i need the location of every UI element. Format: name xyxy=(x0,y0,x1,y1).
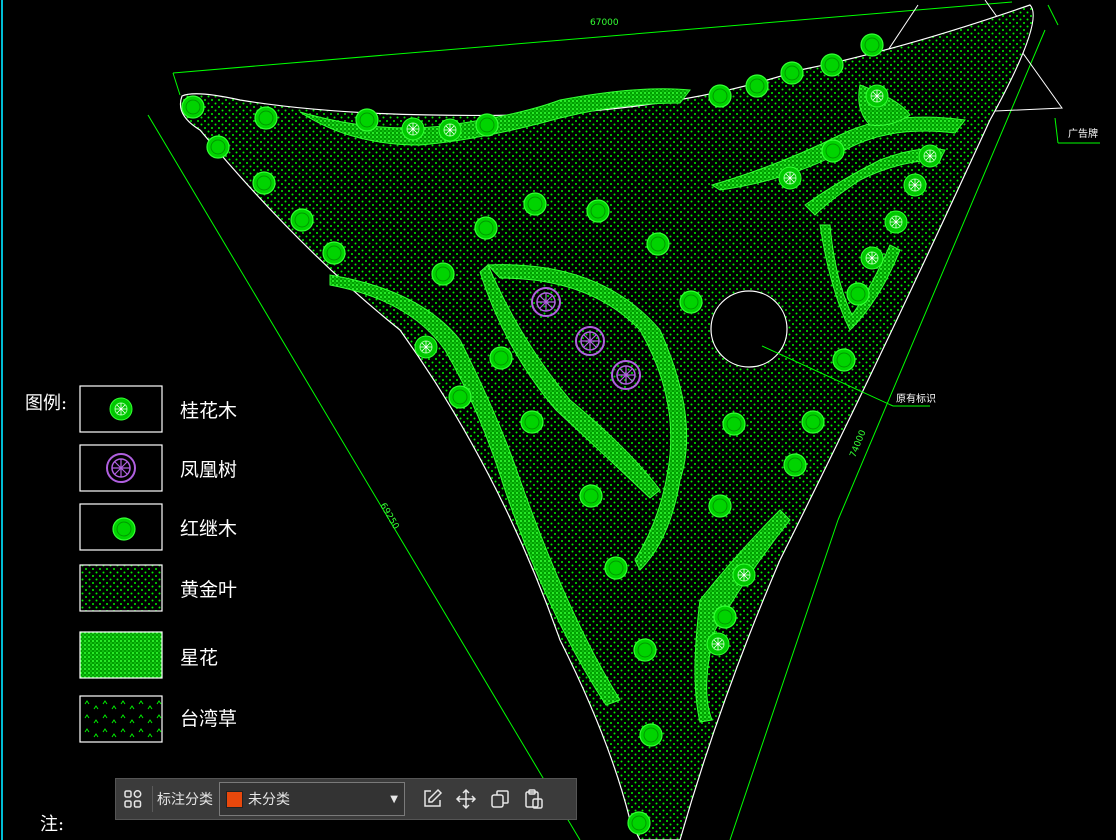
note-label: 注: xyxy=(40,814,64,835)
legend-label: 黄金叶 xyxy=(180,579,237,601)
move-icon[interactable] xyxy=(449,782,483,816)
dimension-top: 67000 xyxy=(590,18,619,28)
toolbar-divider xyxy=(152,786,153,812)
category-select-value: 未分类 xyxy=(248,792,290,808)
loropetalum-shrub-symbol xyxy=(112,517,136,541)
osmanthus-tree-symbol xyxy=(109,397,133,421)
annotation-toolbar: 标注分类 未分类 ▼ xyxy=(115,778,577,820)
chevron-down-icon: ▼ xyxy=(390,793,398,805)
legend-label: 红继木 xyxy=(180,518,237,540)
billboard-callout: 广告牌 xyxy=(1068,127,1098,140)
legend-label: 桂花木 xyxy=(180,400,237,422)
paste-icon[interactable] xyxy=(517,782,551,816)
legend-label: 台湾草 xyxy=(180,708,237,730)
legend-label: 凤凰树 xyxy=(180,459,237,481)
annotation-category-label: 标注分类 xyxy=(157,792,213,808)
cad-canvas[interactable]: 67000 69250 74000 广告牌 原有标识 图例: 桂花木 凤凰树 红… xyxy=(0,0,1116,840)
legend-title: 图例: xyxy=(25,393,67,414)
grass-hatch-pattern xyxy=(79,695,163,743)
legend-label: 星花 xyxy=(180,647,218,669)
dot-hatch-pattern xyxy=(79,564,163,612)
existing-sign-circle[interactable] xyxy=(710,290,788,368)
grid-apps-icon[interactable] xyxy=(116,782,150,816)
category-select[interactable]: 未分类 ▼ xyxy=(219,782,405,816)
copy-icon[interactable] xyxy=(483,782,517,816)
edit-icon[interactable] xyxy=(415,782,449,816)
existing-sign-callout: 原有标识 xyxy=(896,392,936,405)
dense-hatch-pattern xyxy=(79,631,163,679)
category-color-swatch xyxy=(226,790,243,808)
